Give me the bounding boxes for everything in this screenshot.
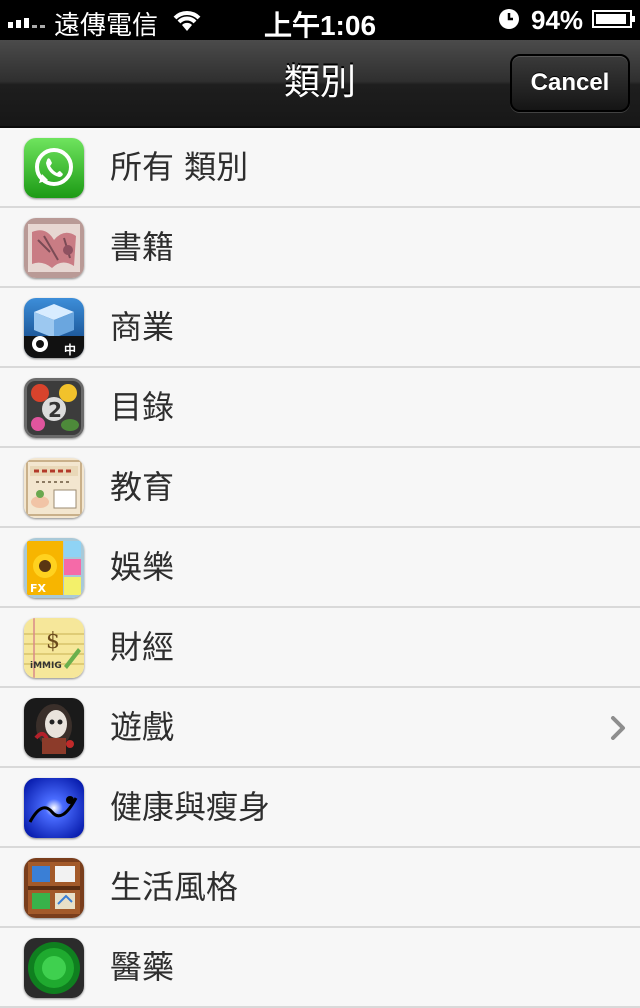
svg-text:iMMIG: iMMIG (30, 661, 62, 671)
nature-book-app-icon (24, 458, 84, 518)
status-bar: 遠傳電信 上午1:06 94% (0, 0, 640, 41)
category-row-entertainment[interactable]: FX 娛樂 (0, 528, 640, 608)
category-label: 娛樂 (110, 548, 175, 586)
chevron-right-icon (610, 716, 626, 744)
navigation-bar: 類別 Cancel (0, 40, 640, 128)
photo-fx-app-icon: FX (24, 538, 84, 598)
battery-percentage: 94% (531, 5, 584, 35)
category-row-health-fitness[interactable]: 健康與瘦身 (0, 768, 640, 848)
category-row-lifestyle[interactable]: 生活風格 (0, 848, 640, 928)
alarm-icon (498, 8, 520, 35)
category-row-books[interactable]: 書籍 (0, 208, 640, 288)
svg-text:FX: FX (30, 582, 47, 595)
category-label: 商業 (110, 308, 175, 346)
whatsapp-app-icon (24, 138, 84, 198)
svg-text:中: 中 (64, 342, 76, 357)
category-label: 醫藥 (110, 948, 175, 986)
category-label: 教育 (110, 468, 175, 506)
category-label: 目錄 (110, 388, 175, 426)
category-row-business[interactable]: 中 商業 (0, 288, 640, 368)
category-label: 遊戲 (110, 708, 175, 746)
camera-app-icon: 中 (24, 298, 84, 358)
category-row-all[interactable]: 所有 類別 (0, 128, 640, 208)
book-app-icon (24, 218, 84, 278)
category-label: 生活風格 (110, 868, 239, 906)
category-row-education[interactable]: 教育 (0, 448, 640, 528)
category-row-finance[interactable]: $ iMMIG 財經 (0, 608, 640, 688)
svg-text:$: $ (46, 629, 60, 654)
category-row-catalogs[interactable]: 2 目錄 (0, 368, 640, 448)
cancel-button[interactable]: Cancel (510, 54, 630, 112)
category-label: 財經 (110, 628, 175, 666)
blue-burst-app-icon (24, 778, 84, 838)
category-list: 所有 類別 書籍 中 商業 2 目錄 教育 FX 娛樂 $ iMMIG 財經 遊… (0, 128, 640, 1008)
green-radar-app-icon (24, 938, 84, 998)
battery-level-fill (596, 14, 627, 24)
category-label: 書籍 (110, 228, 175, 266)
svg-text:2: 2 (48, 398, 62, 422)
immig-notepad-app-icon: $ iMMIG (24, 618, 84, 678)
battery-icon (592, 10, 635, 28)
category-label: 所有 類別 (110, 148, 249, 186)
wooden-shelf-app-icon (24, 858, 84, 918)
games-catalog-app-icon: 2 (24, 378, 84, 438)
category-label: 健康與瘦身 (110, 788, 271, 826)
horror-game-app-icon (24, 698, 84, 758)
category-row-medical[interactable]: 醫藥 (0, 928, 640, 1008)
category-row-games[interactable]: 遊戲 (0, 688, 640, 768)
